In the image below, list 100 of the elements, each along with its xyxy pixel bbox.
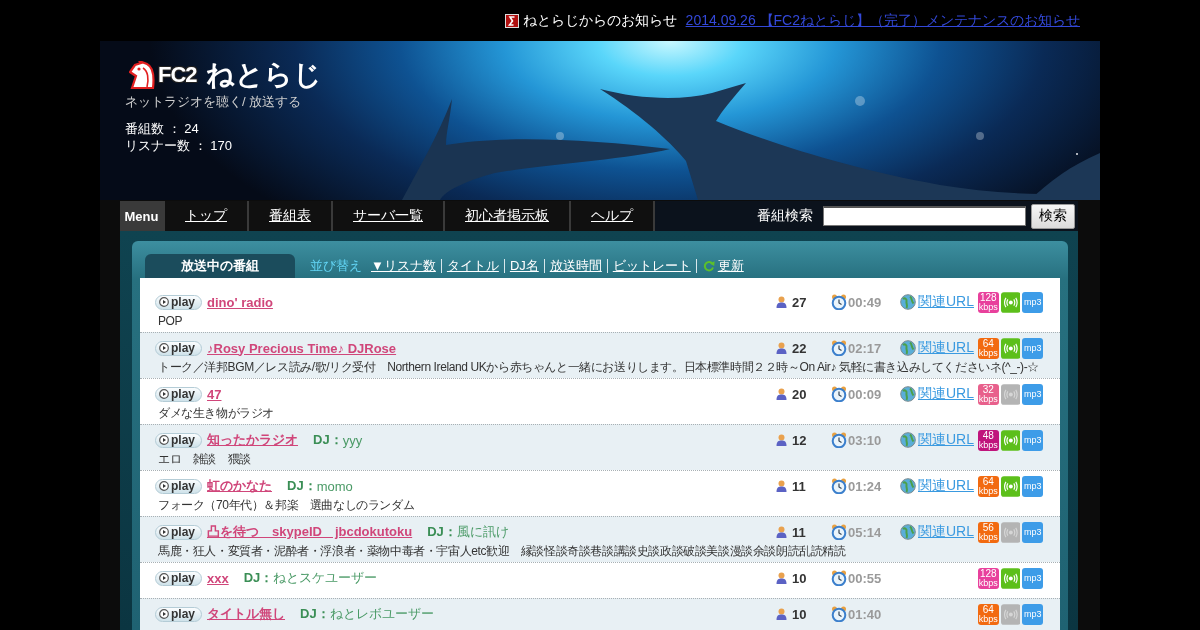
menu-link[interactable]: ヘルプ <box>569 201 655 231</box>
alarm-clock-icon <box>831 294 847 310</box>
play-icon <box>159 435 169 445</box>
program-title-link[interactable]: 47 <box>207 386 222 402</box>
format-badge: mp3 <box>1022 603 1043 625</box>
refresh-icon <box>702 260 715 272</box>
sort-link[interactable]: ▼リスナ数 <box>371 259 442 273</box>
globe-icon <box>900 432 916 448</box>
related-url-link[interactable]: 関連URL <box>918 431 974 449</box>
program-description: トーク／洋邦BGM／レス読み/歌/リク受付 Northern Ireland UKから赤ちゃんと一緒にお送りします。日本標準時間２２時～On Air♪ 気軽に書き込みしてくださいネ(^_-)-☆ <box>157 361 1040 374</box>
alarm-clock-icon <box>831 570 847 586</box>
program-title-link[interactable]: xxx <box>207 570 229 586</box>
person-icon <box>776 342 787 354</box>
play-button[interactable]: play <box>155 294 202 310</box>
bitrate-badge: 64 kbps <box>978 603 999 625</box>
listener-count: 22 <box>792 340 807 356</box>
program-title-link[interactable]: dino' radio <box>207 294 273 310</box>
menu-link[interactable]: 番組表 <box>247 201 331 231</box>
stat-text: リスナー数 ： 170 <box>125 137 233 154</box>
alarm-clock-icon <box>831 524 847 540</box>
format-badge: mp3 <box>1022 475 1043 497</box>
program-title-link[interactable]: 凸を待つ skypeID jbcdokutoku <box>207 523 413 541</box>
person-icon <box>776 608 787 620</box>
person-icon <box>776 388 787 400</box>
sort-label: 並び替え <box>310 257 362 275</box>
dj-label: DJ： <box>313 431 343 449</box>
play-button[interactable]: play <box>155 340 202 356</box>
dj-name: ねとレボユーザー <box>329 605 434 623</box>
dj-label: DJ： <box>427 523 457 541</box>
listener-count: 20 <box>792 386 807 402</box>
sort-link[interactable]: ビットレート <box>607 259 697 273</box>
elapsed-time: 01:24 <box>848 478 882 494</box>
program-title-link[interactable]: 知ったかラジオ <box>207 431 298 449</box>
elapsed-time: 01:40 <box>848 606 882 622</box>
elapsed-time: 03:10 <box>848 432 882 448</box>
bitrate-badge: 128 kbps <box>978 567 999 589</box>
format-badge: mp3 <box>1022 337 1043 359</box>
program-description: ダメな生き物がラジオ <box>157 407 275 420</box>
bitrate-badge: 56 kbps <box>978 521 999 543</box>
play-button[interactable]: play <box>155 478 202 494</box>
format-badge: mp3 <box>1022 567 1043 589</box>
bitrate-badge: 64 kbps <box>978 475 999 497</box>
notice-label: ねとらじからのお知らせ <box>522 11 677 30</box>
elapsed-time: 05:14 <box>848 524 882 540</box>
dj-name: yyy <box>342 432 363 448</box>
related-url-link[interactable]: 関連URL <box>918 523 974 541</box>
person-icon <box>776 434 787 446</box>
person-icon <box>776 296 787 308</box>
related-url-link[interactable]: 関連URL <box>918 293 974 311</box>
alarm-clock-icon <box>831 606 847 622</box>
program-title-link[interactable]: ♪Rosy Precious Time♪ DJRose <box>207 340 397 356</box>
alarm-clock-icon <box>831 478 847 494</box>
logo-brand: FC2 <box>158 61 197 89</box>
play-button[interactable]: play <box>155 570 202 586</box>
bitrate-badge: 32 kbps <box>978 383 999 405</box>
globe-icon <box>900 478 916 494</box>
listener-count: 11 <box>792 478 806 494</box>
play-button[interactable]: play <box>155 432 202 448</box>
sort-link[interactable]: DJ名 <box>504 259 545 273</box>
sort-link[interactable]: タイトル <box>441 259 505 273</box>
dj-name: 風に訊け <box>456 523 509 541</box>
play-button[interactable]: play <box>155 386 202 402</box>
play-button[interactable]: play <box>155 524 202 540</box>
person-icon <box>776 572 787 584</box>
bitrate-badge: 48 kbps <box>978 429 999 451</box>
related-url-link[interactable]: 関連URL <box>918 477 974 495</box>
refresh-link[interactable]: 更新 <box>702 257 744 275</box>
notice-link[interactable]: 2014.09.26 【FC2ねとらじ】（完了）メンテナンスのお知らせ <box>685 11 1080 30</box>
program-title-link[interactable]: 虹のかなた <box>207 477 272 495</box>
program-title-link[interactable]: タイトル無し <box>207 605 285 623</box>
dj-name: ねとスケユーザー <box>273 569 378 587</box>
elapsed-time: 00:49 <box>848 294 882 310</box>
program-description: POP <box>157 315 184 328</box>
dj-label: DJ： <box>243 569 274 587</box>
bitrate-badge: 64 kbps <box>978 337 999 359</box>
related-url-link[interactable]: 関連URL <box>918 385 974 403</box>
menu-label: Menu <box>120 201 163 231</box>
search-label: 番組検索 <box>757 207 813 225</box>
program-description: フォーク（70年代）＆邦楽 選曲なしのランダム <box>157 499 416 512</box>
horse-head-icon <box>129 61 155 89</box>
site-icon <box>504 13 519 28</box>
menu-link[interactable]: トップ <box>163 201 247 231</box>
program-description: 馬鹿・狂人・変質者・泥酔者・浮浪者・薬物中毒者・宇宙人etc歓迎 縁談怪談奇談巷談講談史談政談破談美談漫談余談朗読乱読精読 <box>157 545 847 558</box>
play-button[interactable]: play <box>155 606 202 622</box>
play-icon <box>159 527 169 537</box>
related-url-link[interactable]: 関連URL <box>918 339 974 357</box>
elapsed-time: 00:09 <box>848 386 882 402</box>
format-badge: mp3 <box>1022 429 1043 451</box>
play-icon <box>159 573 169 583</box>
tagline: ネットラジオを聴く/ 放送する <box>125 94 303 110</box>
tab[interactable]: 放送中の番組 <box>145 254 295 278</box>
elapsed-time: 00:55 <box>848 570 882 586</box>
bitrate-badge: 128 kbps <box>978 291 999 313</box>
menu-link[interactable]: 初心者掲示板 <box>443 201 569 231</box>
play-icon <box>159 389 169 399</box>
search-button[interactable]: 検索 <box>1031 203 1075 229</box>
search-input[interactable] <box>823 206 1026 226</box>
sort-link[interactable]: 放送時間 <box>544 259 608 273</box>
play-icon <box>159 609 169 619</box>
menu-link[interactable]: サーバ一覧 <box>331 201 443 231</box>
